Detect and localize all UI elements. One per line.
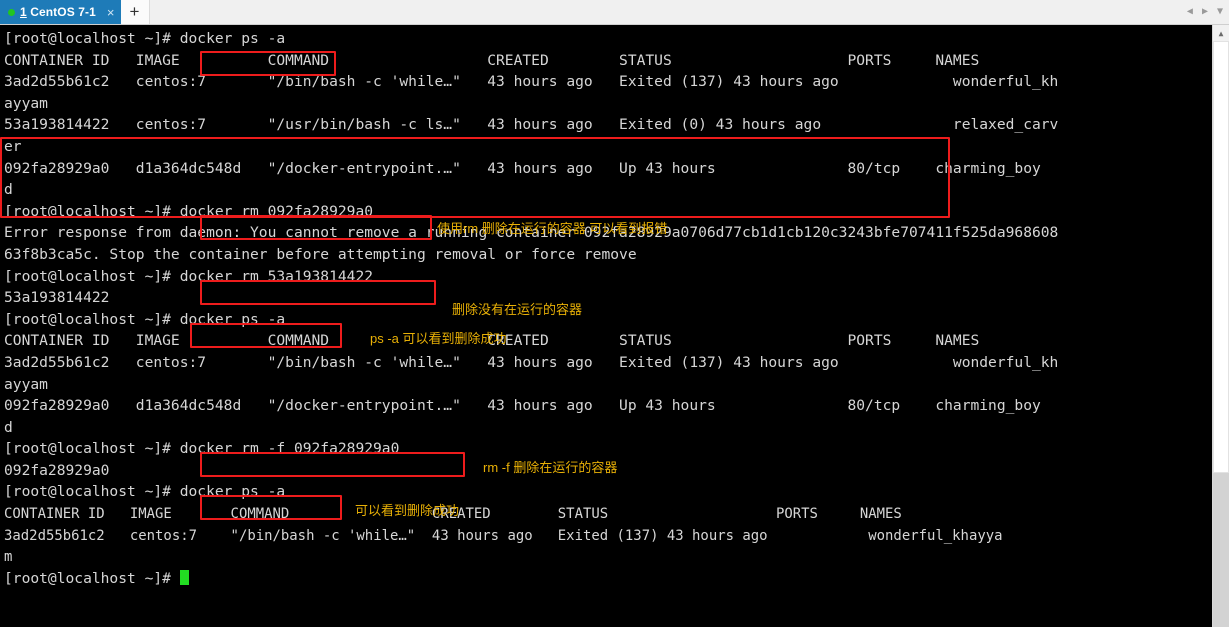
annotation-note-3: ps -a 可以看到删除成功	[370, 331, 507, 346]
annotation-note-4: rm -f 删除在运行的容器	[483, 460, 618, 475]
chevron-left-icon[interactable]: ◀	[1187, 7, 1193, 17]
annotation-note-1: 使用rm 删除在运行的容器 可以看到报错	[437, 221, 668, 236]
terminal-prompt-line: [root@localhost ~]#	[4, 568, 1212, 590]
annotation-note-5: 可以看到删除成功	[355, 503, 460, 518]
tab-bar: 1 CentOS 7-1 × + ◀ ▶ ▼	[0, 0, 1229, 25]
close-icon[interactable]: ×	[107, 6, 115, 19]
tab-centos-7-1[interactable]: 1 CentOS 7-1 ×	[0, 0, 121, 24]
terminal-screen[interactable]: [root@localhost ~]# docker ps -a CONTAIN…	[0, 25, 1212, 627]
tab-bar-controls: ◀ ▶ ▼	[1187, 0, 1229, 24]
tab-title: 1 CentOS 7-1	[20, 5, 96, 19]
chevron-down-icon[interactable]: ▼	[1217, 7, 1223, 17]
terminal-scrollbar[interactable]: ▲	[1212, 25, 1229, 627]
chevron-right-icon[interactable]: ▶	[1202, 7, 1208, 17]
new-tab-button[interactable]: +	[120, 0, 150, 24]
prompt-text: [root@localhost ~]#	[4, 569, 180, 587]
terminal-window: [root@localhost ~]# docker ps -a CONTAIN…	[0, 25, 1229, 627]
scrollbar-thumb[interactable]	[1213, 41, 1229, 473]
terminal-cursor	[179, 569, 189, 585]
scrollbar-track[interactable]	[1213, 473, 1229, 627]
annotation-note-2: 删除没有在运行的容器	[452, 302, 583, 317]
terminal-content: [root@localhost ~]# docker ps -a CONTAIN…	[0, 25, 1212, 589]
terminal-output-main: [root@localhost ~]# docker ps -a CONTAIN…	[4, 30, 1059, 501]
tab-bar-spacer	[149, 0, 1187, 24]
tab-index: 1	[20, 5, 27, 19]
tab-label: CentOS 7-1	[26, 5, 96, 19]
tab-status-dot-icon	[8, 8, 15, 16]
scroll-up-arrow-icon[interactable]: ▲	[1213, 25, 1229, 41]
terminal-output-tail: CONTAINER ID IMAGE COMMAND CREATED STATU…	[4, 505, 1003, 566]
